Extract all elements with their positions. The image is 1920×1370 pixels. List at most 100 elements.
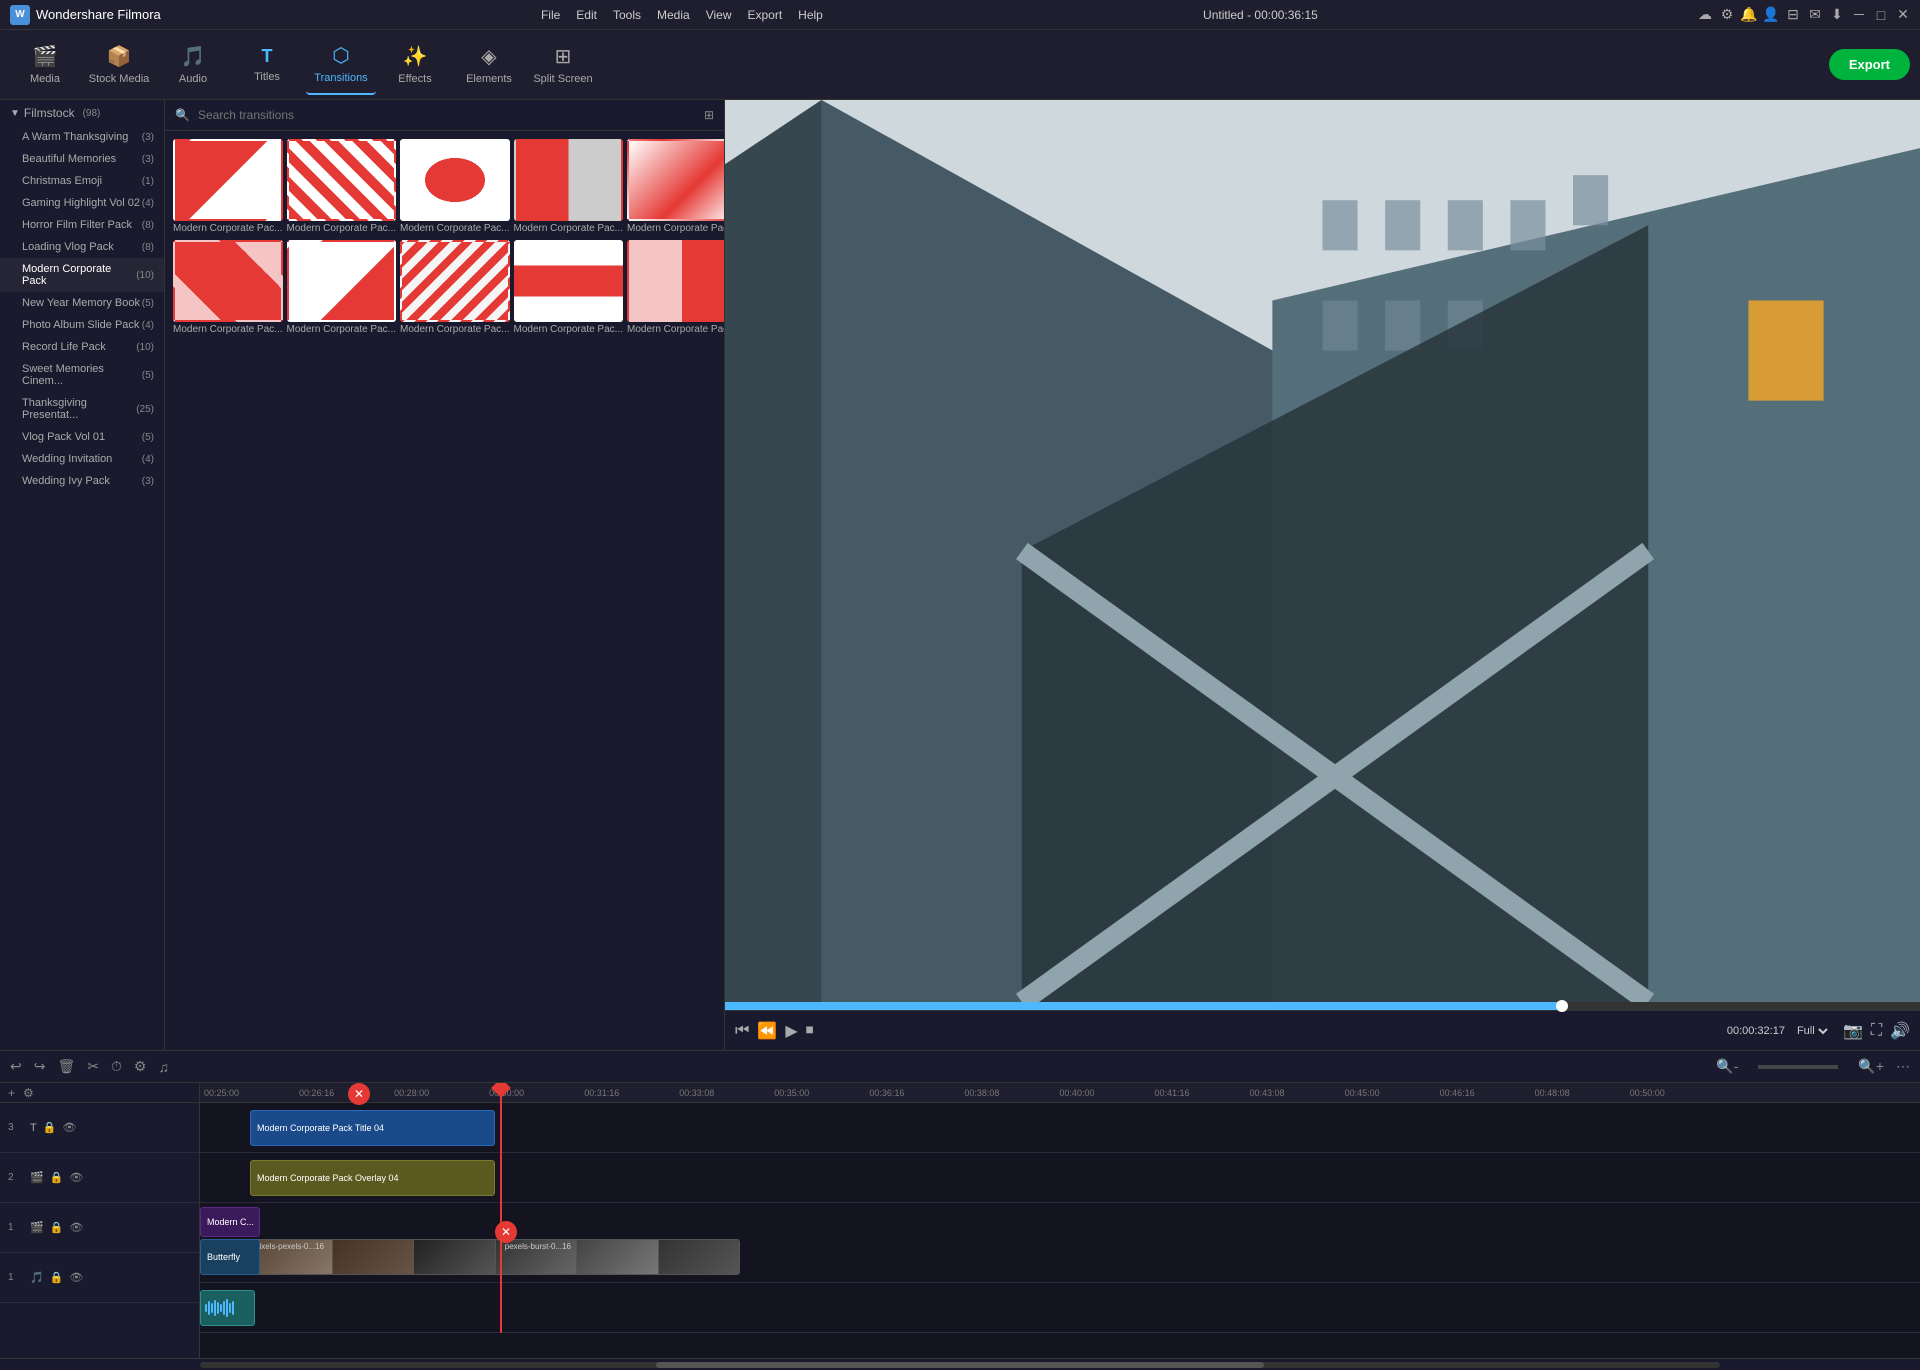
sidebar-item-record-life[interactable]: Record Life Pack (10)	[0, 336, 164, 358]
sidebar-item-vlog-pack[interactable]: Vlog Pack Vol 01 (5)	[0, 426, 164, 448]
transition-item-10[interactable]: Modern Corporate Pac...	[627, 240, 724, 337]
transition-item-9[interactable]: Modern Corporate Pac...	[514, 240, 624, 337]
tool-titles[interactable]: T Titles	[232, 35, 302, 95]
zoom-in[interactable]: 🔍+	[1858, 1058, 1884, 1075]
tool-media[interactable]: 🎬 Media	[10, 35, 80, 95]
track-vis-1[interactable]: 👁	[69, 1221, 83, 1234]
tool-audio-label: Audio	[179, 73, 207, 85]
transition-item-4[interactable]: Modern Corporate Pac...	[514, 139, 624, 236]
cut-button[interactable]: ✂	[87, 1058, 99, 1075]
account-icon[interactable]: 👤	[1764, 8, 1778, 22]
tool-stock-media[interactable]: 📦 Stock Media	[84, 35, 154, 95]
zoom-slider[interactable]	[1758, 1065, 1838, 1069]
sidebar-section-filmstock[interactable]: ▼ Filmstock (98)	[0, 100, 164, 126]
tool-transitions[interactable]: ⬡ Transitions	[306, 35, 376, 95]
notification-icon[interactable]: 🔔	[1742, 8, 1756, 22]
settings-icon[interactable]: ⚙	[1720, 8, 1734, 22]
menu-view[interactable]: View	[706, 8, 732, 22]
clip-butterfly[interactable]: Butterfly	[200, 1239, 260, 1275]
sidebar-item-new-year-memory[interactable]: New Year Memory Book (5)	[0, 292, 164, 314]
clip-modern-corporate-overlay[interactable]: Modern Corporate Pack Overlay 04	[250, 1160, 495, 1196]
windows-icon[interactable]: ⊟	[1786, 8, 1800, 22]
sidebar-item-sweet-memories[interactable]: Sweet Memories Cinem... (5)	[0, 358, 164, 392]
redo-button[interactable]: ↪	[34, 1058, 46, 1075]
transition-item-8[interactable]: Modern Corporate Pac...	[400, 240, 510, 337]
timeline-thumb[interactable]	[1556, 1000, 1568, 1012]
tool-audio[interactable]: 🎵 Audio	[158, 35, 228, 95]
step-back-button[interactable]: ⏪	[757, 1021, 777, 1041]
track-lock-3[interactable]: 🔒	[43, 1121, 57, 1134]
export-button[interactable]: Export	[1829, 49, 1910, 80]
clip-modern-corporate-title[interactable]: Modern Corporate Pack Title 04	[250, 1110, 495, 1146]
download-icon[interactable]: ⬇	[1830, 8, 1844, 22]
sidebar-item-wedding-invitation[interactable]: Wedding Invitation (4)	[0, 448, 164, 470]
track-header-3: 3 T 🔒 👁	[0, 1103, 199, 1153]
clip-video-main[interactable]: pixels-pexels-0...16 pexels-burst-0...16	[250, 1239, 740, 1275]
track-vis-audio[interactable]: 👁	[69, 1271, 83, 1284]
sidebar-item-gaming-highlight[interactable]: Gaming Highlight Vol 02 (4)	[0, 192, 164, 214]
sidebar-item-loading-vlog[interactable]: Loading Vlog Pack (8)	[0, 236, 164, 258]
tool-elements[interactable]: ◈ Elements	[454, 35, 524, 95]
menu-edit[interactable]: Edit	[576, 8, 597, 22]
tool-split-screen[interactable]: ⊞ Split Screen	[528, 35, 598, 95]
clip-modern-c[interactable]: Modern C...	[200, 1207, 260, 1237]
scrollbar-thumb[interactable]	[656, 1362, 1264, 1368]
track-lane-1: Modern C... pixels-pexels-0...16 pexels-…	[200, 1203, 1920, 1283]
delete-button[interactable]: 🗑	[57, 1058, 75, 1075]
minimize-button[interactable]: －	[1852, 8, 1866, 22]
cloud-icon[interactable]: ☁	[1698, 8, 1712, 22]
menu-file[interactable]: File	[541, 8, 560, 22]
transition-marker-top[interactable]: ✕	[348, 1083, 370, 1105]
menu-bar[interactable]: File Edit Tools Media View Export Help	[541, 8, 823, 22]
settings-tool[interactable]: ⚙	[134, 1058, 147, 1075]
transition-item-1[interactable]: Modern Corporate Pac...	[173, 139, 283, 236]
sidebar-item-wedding-ivy[interactable]: Wedding Ivy Pack (3)	[0, 470, 164, 492]
music-tool[interactable]: ♫	[158, 1059, 169, 1075]
sidebar-item-beautiful-memories[interactable]: Beautiful Memories (3)	[0, 148, 164, 170]
sidebar-item-modern-corporate[interactable]: Modern Corporate Pack (10)	[0, 258, 164, 292]
stop-button[interactable]: ⏹	[806, 1022, 814, 1040]
transition-item-5[interactable]: Modern Corporate Pac...	[627, 139, 724, 236]
menu-media[interactable]: Media	[657, 8, 690, 22]
zoom-out[interactable]: 🔍-	[1716, 1058, 1738, 1075]
horizontal-scrollbar[interactable]	[0, 1358, 1920, 1370]
transition-item-2[interactable]: Modern Corporate Pac...	[287, 139, 397, 236]
track-vis-3[interactable]: 👁	[62, 1121, 76, 1134]
menu-export[interactable]: Export	[747, 8, 782, 22]
transition-item-6[interactable]: Modern Corporate Pac...	[173, 240, 283, 337]
volume-button[interactable]: 🔊	[1890, 1021, 1910, 1041]
email-icon[interactable]: ✉	[1808, 8, 1822, 22]
track-lock-2[interactable]: 🔒	[50, 1171, 64, 1184]
track-lock-1[interactable]: 🔒	[50, 1221, 64, 1234]
sidebar-item-thanksgiving[interactable]: Thanksgiving Presentat... (25)	[0, 392, 164, 426]
transition-item-3[interactable]: Modern Corporate Pac...	[400, 139, 510, 236]
preview-timeline-bar[interactable]	[725, 1002, 1920, 1010]
sidebar-item-warm-thanksgiving[interactable]: A Warm Thanksgiving (3)	[0, 126, 164, 148]
sidebar-item-horror-film[interactable]: Horror Film Filter Pack (8)	[0, 214, 164, 236]
play-button[interactable]: ▶	[785, 1021, 797, 1041]
menu-help[interactable]: Help	[798, 8, 823, 22]
transition-item-7[interactable]: Modern Corporate Pac...	[287, 240, 397, 337]
skip-back-button[interactable]: ⏮	[735, 1022, 749, 1040]
track-lock-audio[interactable]: 🔒	[50, 1271, 64, 1284]
more-options[interactable]: ⋯	[1896, 1058, 1910, 1075]
maximize-button[interactable]: □	[1874, 8, 1888, 22]
track-options[interactable]: ⚙	[23, 1086, 34, 1100]
grid-view-toggle[interactable]: ⊞	[704, 108, 714, 122]
transition-circle[interactable]: ✕	[495, 1221, 517, 1243]
menu-tools[interactable]: Tools	[613, 8, 641, 22]
sidebar-item-photo-album[interactable]: Photo Album Slide Pack (4)	[0, 314, 164, 336]
window-controls[interactable]: ☁ ⚙ 🔔 👤 ⊟ ✉ ⬇ － □ ✕	[1698, 8, 1910, 22]
search-input[interactable]	[198, 108, 696, 122]
fullscreen-button[interactable]: ⛶	[1871, 1022, 1882, 1040]
tool-effects[interactable]: ✨ Effects	[380, 35, 450, 95]
clip-audio-butterfly[interactable]	[200, 1290, 255, 1326]
track-vis-2[interactable]: 👁	[69, 1171, 83, 1184]
undo-button[interactable]: ↩	[10, 1058, 22, 1075]
track-add-button[interactable]: +	[8, 1086, 15, 1100]
speed-button[interactable]: ⏱	[111, 1058, 122, 1075]
close-button[interactable]: ✕	[1896, 8, 1910, 22]
sidebar-item-christmas-emoji[interactable]: Christmas Emoji (1)	[0, 170, 164, 192]
quality-select[interactable]: Full 1/2 1/4	[1793, 1024, 1831, 1038]
snapshot-button[interactable]: 📷	[1843, 1021, 1863, 1041]
